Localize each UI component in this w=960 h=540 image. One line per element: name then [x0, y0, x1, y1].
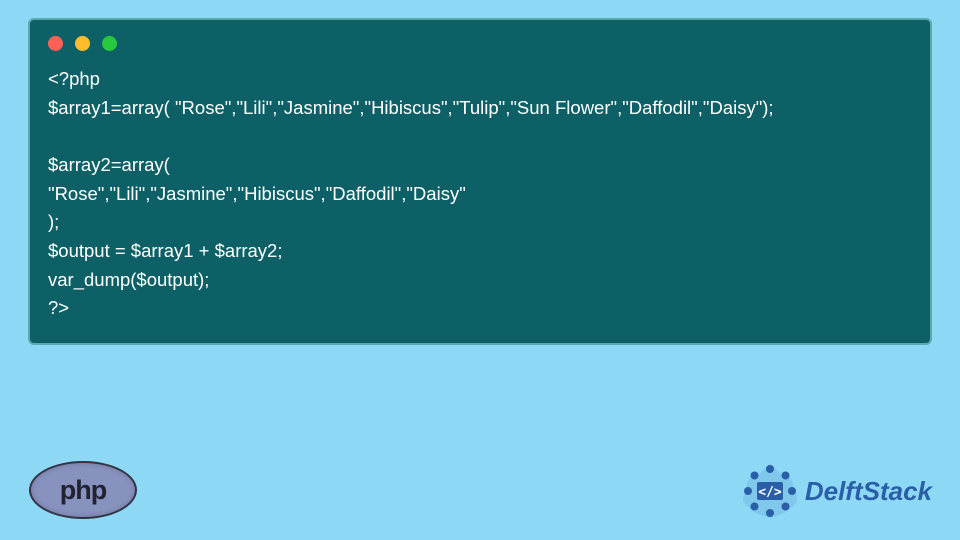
- svg-text:</>: </>: [758, 485, 782, 500]
- code-line: ?>: [48, 297, 69, 318]
- code-line: var_dump($output);: [48, 269, 209, 290]
- php-logo-ellipse: php: [29, 461, 137, 519]
- code-line: $output = $array1 + $array2;: [48, 240, 282, 261]
- minimize-icon[interactable]: [75, 36, 90, 51]
- code-window: <?php $array1=array( "Rose","Lili","Jasm…: [28, 18, 932, 345]
- code-line: $array2=array(: [48, 154, 170, 175]
- maximize-icon[interactable]: [102, 36, 117, 51]
- delftstack-logo: </> DelftStack: [741, 462, 932, 520]
- code-line: );: [48, 211, 59, 232]
- delftstack-icon: </>: [741, 462, 799, 520]
- close-icon[interactable]: [48, 36, 63, 51]
- php-logo: php: [28, 460, 138, 520]
- code-line: <?php: [48, 68, 100, 89]
- code-line: "Rose","Lili","Jasmine","Hibiscus","Daff…: [48, 183, 466, 204]
- php-logo-text: php: [60, 475, 106, 506]
- delftstack-text: DelftStack: [805, 476, 932, 507]
- window-controls: [30, 20, 930, 61]
- code-line: $array1=array( "Rose","Lili","Jasmine","…: [48, 97, 774, 118]
- code-block: <?php $array1=array( "Rose","Lili","Jasm…: [30, 61, 930, 327]
